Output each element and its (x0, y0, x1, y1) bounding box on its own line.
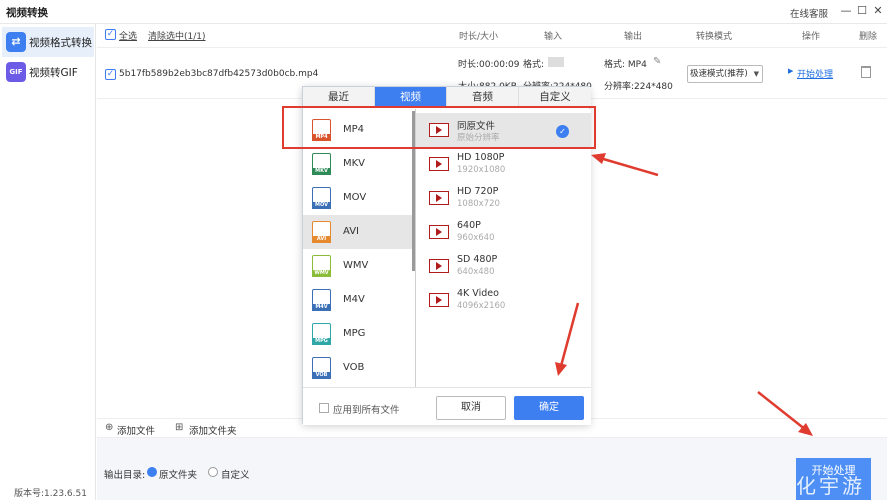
annotation-arrows (555, 153, 813, 436)
arrowhead-confirm (555, 362, 567, 376)
arrow-to-selection (599, 156, 659, 177)
watermark: 化宇游 (796, 474, 865, 498)
arrowhead-selection (591, 153, 606, 164)
arrow-to-start (757, 391, 807, 431)
arrow-to-confirm (559, 302, 580, 367)
